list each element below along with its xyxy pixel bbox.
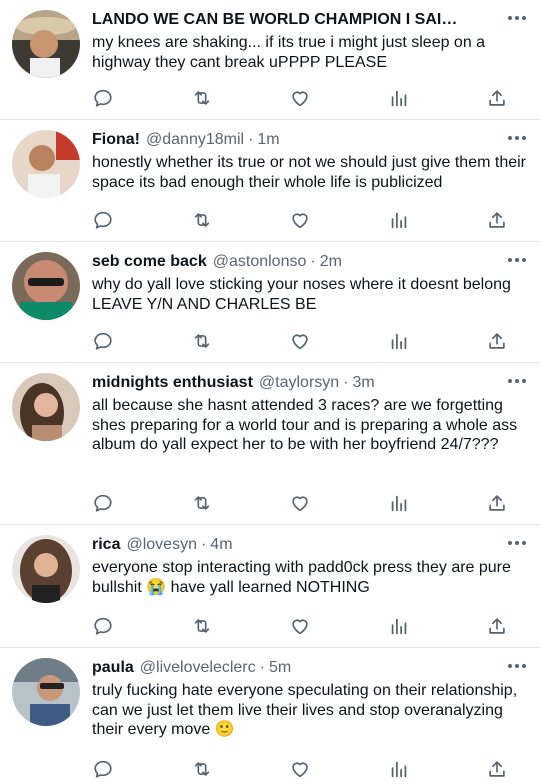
tweet[interactable]: rica @lovesyn · 4m everyone stop interac… — [0, 525, 540, 648]
separator: · — [343, 374, 349, 391]
timestamp[interactable]: 5m — [269, 658, 291, 678]
analytics-icon[interactable] — [388, 87, 410, 109]
tweet-text: all because she hasnt attended 3 races? … — [92, 397, 518, 454]
retweet-icon[interactable] — [191, 87, 213, 109]
tweet-actions — [92, 209, 510, 231]
share-icon[interactable] — [486, 209, 508, 231]
reply-icon[interactable] — [92, 615, 114, 637]
tweet[interactable]: Fiona! @danny18mil · 1m honestly whether… — [0, 120, 540, 242]
tweet-header: paula @liveloveleclerc · 5m — [92, 658, 526, 678]
tweet-content: seb come back @astonlonso · 2m why do ya… — [92, 252, 526, 314]
avatar[interactable] — [12, 10, 80, 78]
share-icon[interactable] — [486, 87, 508, 109]
timestamp[interactable]: 2m — [320, 252, 342, 272]
retweet-icon[interactable] — [191, 492, 213, 514]
tweet[interactable]: paula @liveloveleclerc · 5m truly fuckin… — [0, 648, 540, 784]
avatar[interactable] — [12, 252, 80, 320]
tweet-actions — [92, 87, 510, 109]
analytics-icon[interactable] — [388, 330, 410, 352]
like-icon[interactable] — [289, 209, 311, 231]
tweet-content: LANDO WE CAN BE WORLD CHAMPION I SAID ..… — [92, 10, 526, 72]
display-name[interactable]: LANDO WE CAN BE WORLD CHAMPION I SAID ..… — [92, 10, 462, 30]
avatar[interactable] — [12, 658, 80, 726]
tweet-actions — [92, 615, 510, 637]
tweet-header: rica @lovesyn · 4m — [92, 535, 526, 555]
analytics-icon[interactable] — [388, 615, 410, 637]
tweet-header: midnights enthusiast @taylorsyn · 3m — [92, 373, 526, 393]
tweet-actions — [92, 330, 510, 352]
share-icon[interactable] — [486, 492, 508, 514]
analytics-icon[interactable] — [388, 758, 410, 780]
share-icon[interactable] — [486, 330, 508, 352]
reply-icon[interactable] — [92, 492, 114, 514]
tweet[interactable]: LANDO WE CAN BE WORLD CHAMPION I SAID ..… — [0, 0, 540, 120]
like-icon[interactable] — [289, 492, 311, 514]
analytics-icon[interactable] — [388, 209, 410, 231]
share-icon[interactable] — [486, 758, 508, 780]
tweet-content: Fiona! @danny18mil · 1m honestly whether… — [92, 130, 526, 192]
tweet[interactable]: seb come back @astonlonso · 2m why do ya… — [0, 242, 540, 363]
display-name[interactable]: rica — [92, 535, 120, 555]
display-name[interactable]: midnights enthusiast — [92, 373, 253, 393]
retweet-icon[interactable] — [191, 758, 213, 780]
tweet-text: truly fucking hate everyone speculating … — [92, 682, 518, 739]
more-options-icon[interactable] — [506, 539, 528, 547]
more-options-icon[interactable] — [506, 14, 528, 22]
avatar[interactable] — [12, 535, 80, 603]
tweet-header: Fiona! @danny18mil · 1m — [92, 130, 526, 150]
username[interactable]: @lovesyn — [126, 535, 197, 555]
separator: · — [200, 536, 207, 553]
like-icon[interactable] — [289, 330, 311, 352]
analytics-icon[interactable] — [388, 492, 410, 514]
username[interactable]: @astonlonso — [213, 252, 307, 272]
retweet-icon[interactable] — [191, 209, 213, 231]
display-name[interactable]: seb come back — [92, 252, 207, 272]
reply-icon[interactable] — [92, 209, 114, 231]
share-icon[interactable] — [486, 615, 508, 637]
tweet-text: my knees are shaking... if its true i mi… — [92, 34, 486, 71]
username[interactable]: @taylorsyn — [259, 373, 339, 393]
avatar[interactable] — [12, 130, 80, 198]
tweet-content: rica @lovesyn · 4m everyone stop interac… — [92, 535, 526, 597]
separator: · — [310, 253, 316, 270]
more-options-icon[interactable] — [506, 662, 528, 670]
tweet-header: seb come back @astonlonso · 2m — [92, 252, 526, 272]
reply-icon[interactable] — [92, 330, 114, 352]
timeline: LANDO WE CAN BE WORLD CHAMPION I SAID ..… — [0, 0, 540, 784]
tweet-text: honestly whether its true or not we shou… — [92, 154, 526, 191]
tweet-actions — [92, 492, 510, 514]
timestamp[interactable]: 1m — [257, 130, 279, 150]
username[interactable]: @liveloveleclerc — [140, 658, 256, 678]
tweet-text: why do yall love sticking your noses whe… — [92, 276, 511, 313]
username[interactable]: @danny18mil — [146, 130, 244, 150]
tweet-content: paula @liveloveleclerc · 5m truly fuckin… — [92, 658, 526, 740]
like-icon[interactable] — [289, 87, 311, 109]
display-name[interactable]: paula — [92, 658, 134, 678]
timestamp[interactable]: 4m — [210, 535, 232, 555]
avatar[interactable] — [12, 373, 80, 441]
separator: · — [248, 131, 254, 148]
reply-icon[interactable] — [92, 758, 114, 780]
more-options-icon[interactable] — [506, 256, 528, 264]
like-icon[interactable] — [289, 615, 311, 637]
retweet-icon[interactable] — [191, 615, 213, 637]
tweet-text: everyone stop interacting with padd0ck p… — [92, 559, 511, 596]
display-name[interactable]: Fiona! — [92, 130, 140, 150]
reply-icon[interactable] — [92, 87, 114, 109]
tweet[interactable]: midnights enthusiast @taylorsyn · 3m all… — [0, 363, 540, 525]
tweet-content: midnights enthusiast @taylorsyn · 3m all… — [92, 373, 526, 455]
tweet-header: LANDO WE CAN BE WORLD CHAMPION I SAID ..… — [92, 10, 526, 30]
more-options-icon[interactable] — [506, 134, 528, 142]
timestamp[interactable]: 3m — [353, 373, 375, 393]
separator: · — [259, 659, 265, 676]
more-options-icon[interactable] — [506, 377, 528, 385]
tweet-actions — [92, 758, 510, 780]
retweet-icon[interactable] — [191, 330, 213, 352]
like-icon[interactable] — [289, 758, 311, 780]
